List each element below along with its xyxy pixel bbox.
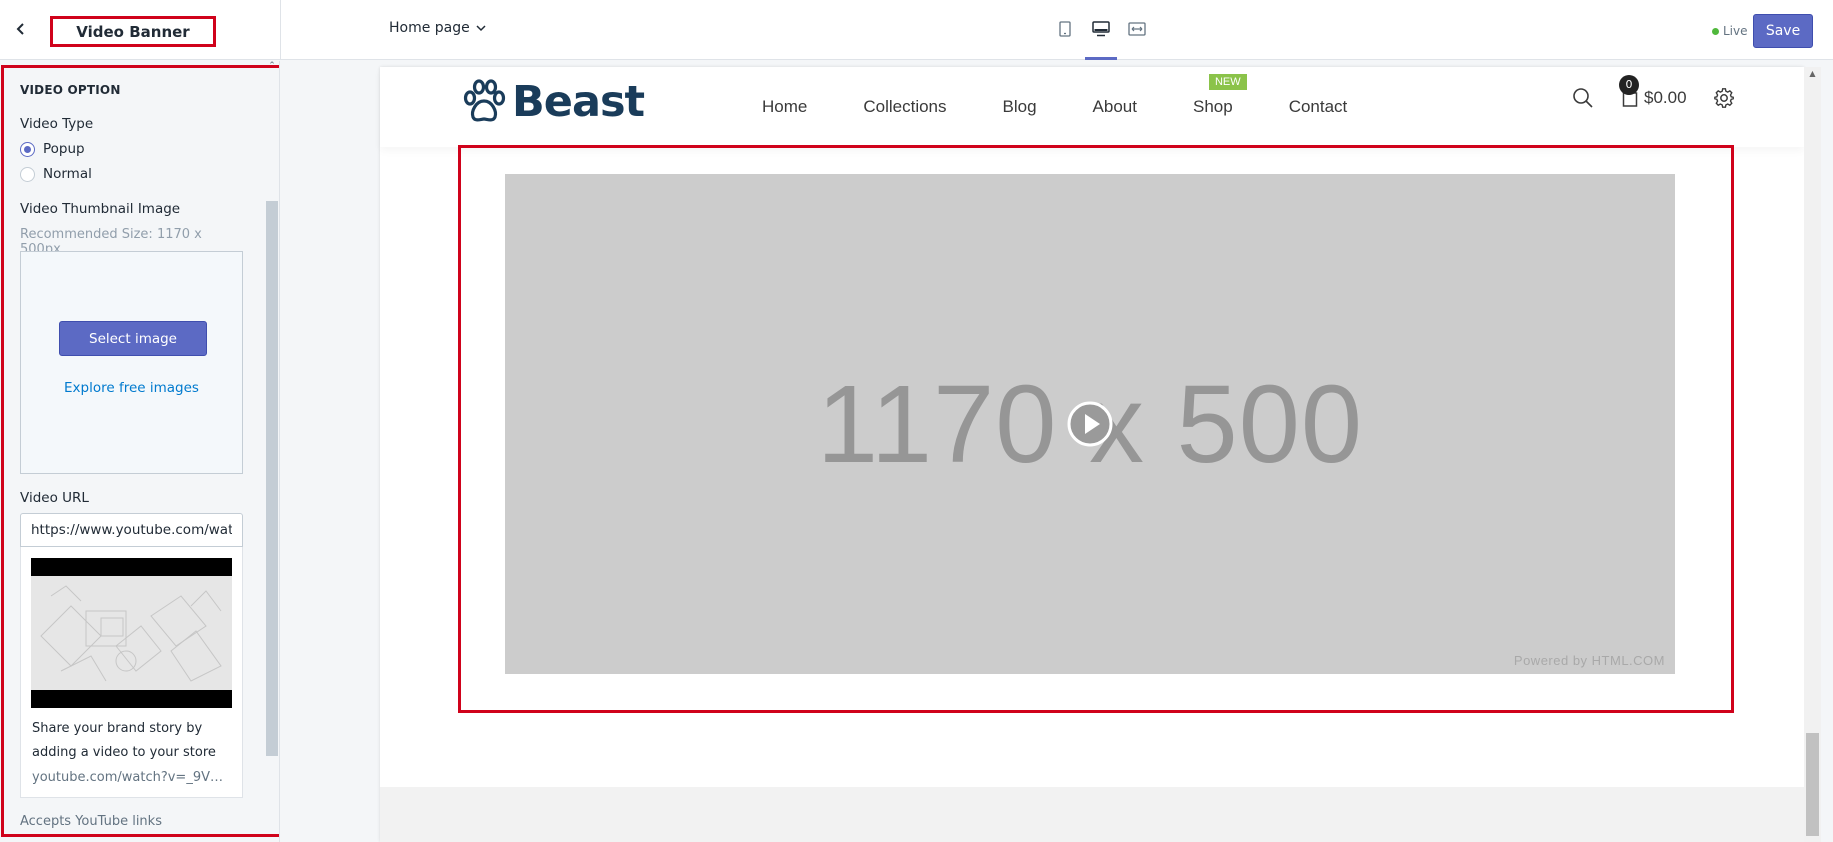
explore-free-images-link[interactable]: Explore free images [21, 380, 242, 396]
nav-about[interactable]: About [1093, 97, 1137, 117]
desktop-view-button[interactable] [1085, 16, 1117, 60]
play-icon[interactable] [1067, 401, 1113, 447]
nav-shop-label: Shop [1192, 97, 1233, 116]
store-header: Beast Home Collections Blog About Shop N… [380, 67, 1804, 147]
illustration-icon [40, 585, 222, 682]
video-type-label: Video Type [20, 116, 94, 132]
nav-home[interactable]: Home [762, 97, 807, 117]
video-thumbnail [31, 558, 232, 708]
preview-scrollbar[interactable] [1804, 67, 1821, 842]
chevron-down-icon [476, 25, 486, 32]
page-selector[interactable]: Home page [389, 20, 486, 36]
store-logo[interactable]: Beast [462, 77, 645, 127]
next-section-band [380, 787, 1804, 842]
radio-popup-label: Popup [43, 141, 85, 157]
radio-normal[interactable]: Normal [20, 166, 92, 182]
video-description: Share your brand story by adding a video… [32, 721, 216, 760]
live-status: Live [1712, 24, 1748, 38]
search-icon[interactable] [1572, 87, 1594, 109]
cart-amount: $0.00 [1644, 88, 1687, 107]
chevron-left-icon [16, 23, 24, 35]
nav-contact[interactable]: Contact [1289, 97, 1348, 117]
select-image-button[interactable]: Select image [59, 321, 207, 356]
logo-text: Beast [512, 77, 645, 127]
cart-count-badge: 0 [1619, 75, 1639, 95]
scroll-up-icon[interactable]: ⌃ [266, 61, 278, 71]
nav-blog[interactable]: Blog [1003, 97, 1037, 117]
header-icons: 0 $0.00 [1572, 75, 1735, 109]
save-button[interactable]: Save [1753, 14, 1813, 48]
live-dot-icon [1712, 27, 1719, 35]
radio-popup[interactable]: Popup [20, 141, 85, 157]
preview-scroll-thumb[interactable] [1806, 733, 1819, 836]
store-preview: Beast Home Collections Blog About Shop N… [281, 61, 1833, 842]
page-selector-label: Home page [389, 20, 470, 36]
expand-horizontal-icon [1128, 22, 1146, 36]
live-label: Live [1723, 24, 1748, 38]
editor-topbar: Video Banner Home page Live Save [0, 0, 1833, 60]
desktop-icon [1092, 21, 1110, 37]
video-banner-placeholder[interactable]: 1170 x 500 Powered by HTML.COM [505, 174, 1675, 674]
topbar-divider [280, 0, 281, 60]
settings-sidebar: VIDEO OPTION Video Type Popup Normal Vid… [0, 61, 280, 842]
powered-by-credit: Powered by HTML.COM [1513, 653, 1665, 668]
radio-normal-label: Normal [43, 166, 92, 182]
video-url-label: Video URL [20, 490, 89, 506]
thumbnail-label: Video Thumbnail Image [20, 201, 181, 217]
nav-collections[interactable]: Collections [863, 97, 946, 117]
radio-button-selected[interactable] [20, 141, 35, 157]
mobile-view-button[interactable] [1054, 16, 1076, 42]
fullscreen-view-button[interactable] [1126, 16, 1148, 42]
main-nav: Home Collections Blog About Shop NEW Con… [762, 74, 1348, 117]
nav-shop[interactable]: Shop NEW [1192, 74, 1247, 117]
accepts-hint: Accepts YouTube links [20, 814, 162, 829]
gear-icon[interactable] [1713, 87, 1735, 109]
view-toggles [1054, 16, 1148, 60]
section-heading: VIDEO OPTION [20, 83, 121, 97]
video-url-input[interactable] [20, 513, 243, 547]
radio-button[interactable] [20, 166, 35, 182]
paw-icon [463, 79, 506, 122]
section-title: Video Banner [50, 16, 216, 47]
store-frame: Beast Home Collections Blog About Shop N… [380, 67, 1804, 842]
back-button[interactable] [10, 18, 32, 40]
video-link[interactable]: youtube.com/watch?v=_9VUP... [32, 770, 232, 785]
sidebar-scroll-thumb[interactable] [266, 201, 278, 756]
new-badge: NEW [1208, 74, 1247, 90]
cart-button[interactable]: 0 $0.00 [1619, 75, 1687, 108]
scroll-up-arrow-icon[interactable]: ▲ [1806, 69, 1819, 79]
video-banner-section[interactable]: 1170 x 500 Powered by HTML.COM [458, 145, 1734, 713]
image-upload-area[interactable]: Select image Explore free images [20, 251, 243, 474]
mobile-icon [1059, 21, 1071, 37]
video-preview-card: Share your brand story by adding a video… [20, 547, 243, 798]
